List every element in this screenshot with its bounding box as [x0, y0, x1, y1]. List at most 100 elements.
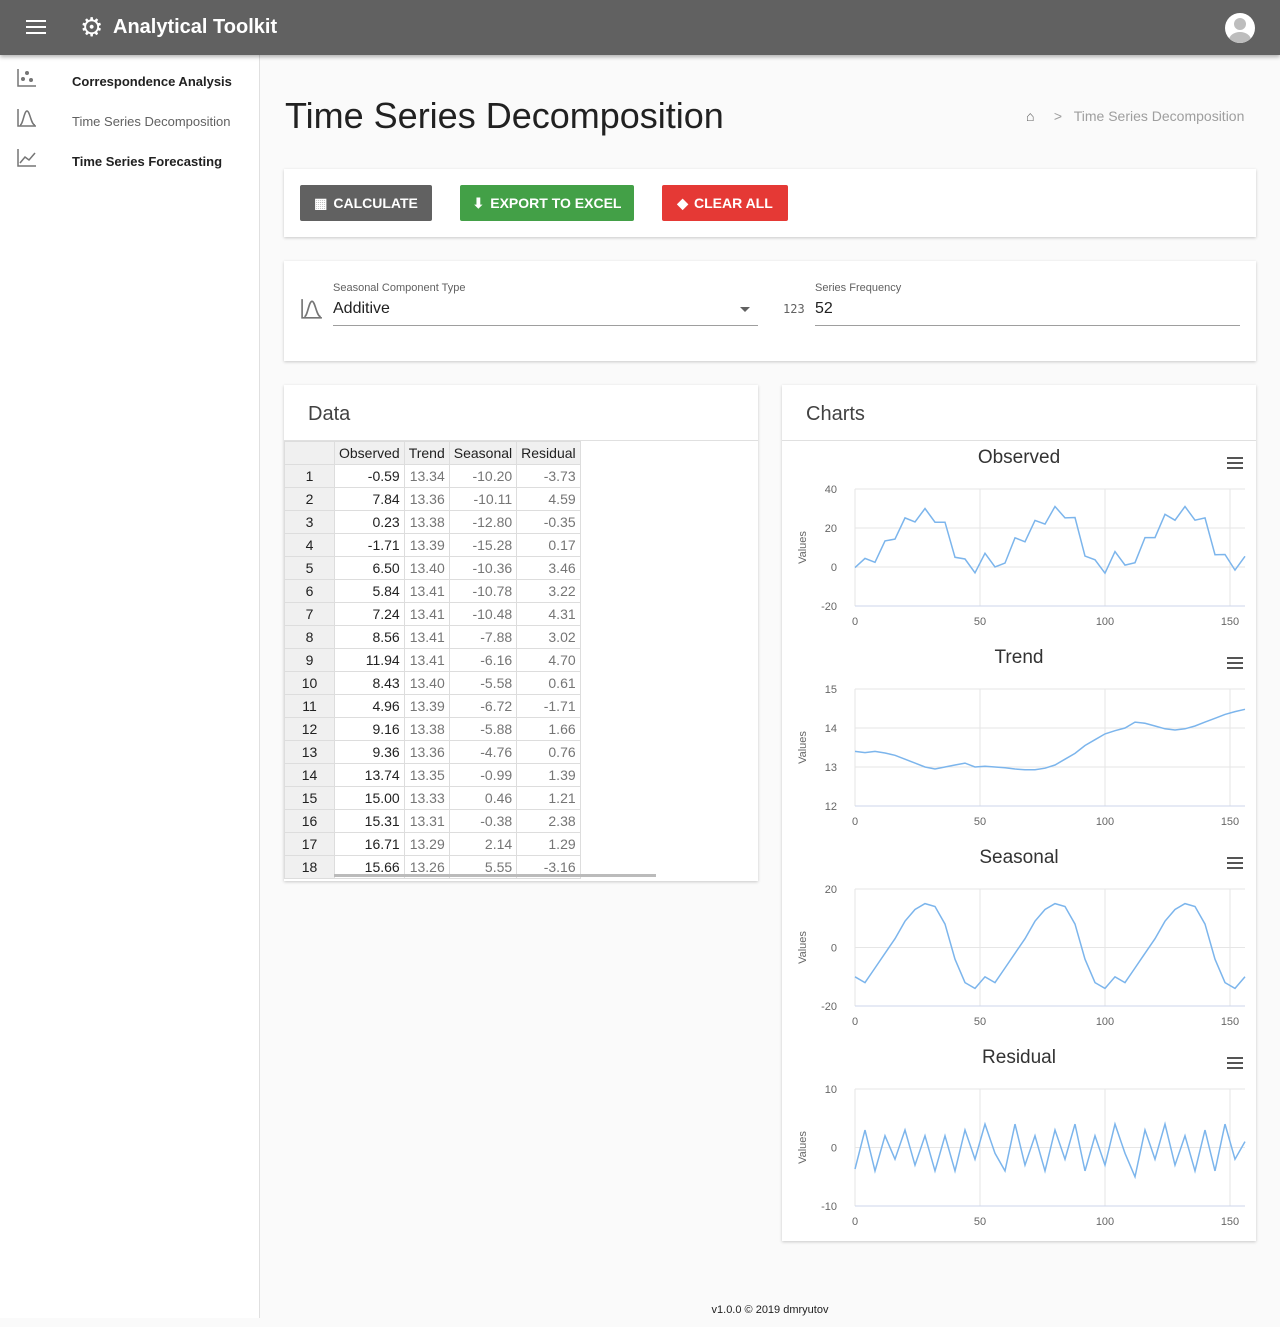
row-number[interactable]: 9 [284, 648, 335, 672]
table-cell[interactable]: -0.35 [516, 510, 581, 534]
table-cell[interactable]: -10.78 [448, 579, 518, 603]
table-cell[interactable]: 8.43 [334, 671, 405, 695]
table-cell[interactable]: 0.61 [516, 671, 581, 695]
seasonal-type-select[interactable]: Additive [333, 297, 758, 327]
column-header[interactable]: Observed [334, 441, 405, 465]
table-cell[interactable]: 3.46 [516, 556, 581, 580]
table-cell[interactable]: 15.00 [334, 786, 405, 810]
table-cell[interactable]: 1.21 [516, 786, 581, 810]
table-cell[interactable]: 0.46 [448, 786, 518, 810]
table-cell[interactable]: 13.39 [403, 533, 450, 557]
table-cell[interactable]: -0.59 [334, 464, 405, 488]
clear-all-button[interactable]: ◆ CLEAR ALL [662, 185, 788, 221]
table-cell[interactable]: 13.35 [403, 763, 450, 787]
table-cell[interactable]: 4.96 [334, 694, 405, 718]
table-cell[interactable]: -10.48 [448, 602, 518, 626]
row-number[interactable]: 12 [284, 717, 335, 741]
table-cell[interactable]: 13.41 [403, 625, 450, 649]
table-cell[interactable]: -15.28 [448, 533, 518, 557]
table-cell[interactable]: 0.76 [516, 740, 581, 764]
row-number[interactable]: 6 [284, 579, 335, 603]
table-cell[interactable]: 13.36 [403, 740, 450, 764]
table-cell[interactable]: -10.36 [448, 556, 518, 580]
table-cell[interactable]: 7.84 [334, 487, 405, 511]
table-cell[interactable]: 3.02 [516, 625, 581, 649]
table-cell[interactable]: 13.38 [403, 717, 450, 741]
table-cell[interactable]: -4.76 [448, 740, 518, 764]
table-cell[interactable]: 1.29 [516, 832, 581, 856]
table-cell[interactable]: 13.40 [403, 556, 450, 580]
table-cell[interactable]: -6.72 [448, 694, 518, 718]
row-number[interactable]: 13 [284, 740, 335, 764]
table-cell[interactable]: -10.20 [448, 464, 518, 488]
table-cell[interactable]: 1.39 [516, 763, 581, 787]
table-cell[interactable]: 13.41 [403, 602, 450, 626]
row-number[interactable]: 16 [284, 809, 335, 833]
table-cell[interactable]: 3.22 [516, 579, 581, 603]
table-cell[interactable]: -7.88 [448, 625, 518, 649]
table-cell[interactable]: 8.56 [334, 625, 405, 649]
home-icon[interactable]: ⌂ [1026, 108, 1040, 124]
table-cell[interactable]: 0.17 [516, 533, 581, 557]
table-cell[interactable]: 4.59 [516, 487, 581, 511]
table-cell[interactable]: 13.41 [403, 648, 450, 672]
hamburger-icon[interactable] [26, 20, 46, 34]
chart-menu-icon[interactable] [1227, 857, 1243, 869]
row-number[interactable]: 2 [284, 487, 335, 511]
sidebar-item-time-series-decomposition[interactable]: Time Series Decomposition [0, 98, 259, 138]
table-cell[interactable]: -6.16 [448, 648, 518, 672]
table-cell[interactable]: 5.84 [334, 579, 405, 603]
export-to-excel-button[interactable]: ⬇ EXPORT TO EXCEL [460, 185, 634, 221]
table-cell[interactable]: 13.40 [403, 671, 450, 695]
row-number[interactable]: 17 [284, 832, 335, 856]
table-cell[interactable]: -0.38 [448, 809, 518, 833]
chart-menu-icon[interactable] [1227, 1057, 1243, 1069]
column-header[interactable]: Trend [403, 441, 450, 465]
table-cell[interactable]: 9.16 [334, 717, 405, 741]
table-cell[interactable]: 6.50 [334, 556, 405, 580]
table-cell[interactable]: -3.73 [516, 464, 581, 488]
table-cell[interactable]: 13.31 [403, 809, 450, 833]
table-cell[interactable]: -12.80 [448, 510, 518, 534]
table-cell[interactable]: 13.33 [403, 786, 450, 810]
row-number[interactable]: 11 [284, 694, 335, 718]
table-cell[interactable]: 13.41 [403, 579, 450, 603]
row-number[interactable]: 4 [284, 533, 335, 557]
table-cell[interactable]: 13.34 [403, 464, 450, 488]
table-cell[interactable]: 4.70 [516, 648, 581, 672]
sidebar-item-correspondence-analysis[interactable]: Correspondence Analysis [0, 58, 259, 98]
table-cell[interactable]: 1.66 [516, 717, 581, 741]
column-header[interactable]: Residual [516, 441, 581, 465]
table-cell[interactable]: 2.38 [516, 809, 581, 833]
account-circle-icon[interactable] [1225, 13, 1255, 43]
frequency-input[interactable]: 52 [815, 300, 833, 318]
chart-menu-icon[interactable] [1227, 457, 1243, 469]
table-cell[interactable]: 4.31 [516, 602, 581, 626]
row-number[interactable]: 7 [284, 602, 335, 626]
row-number[interactable]: 5 [284, 556, 335, 580]
table-cell[interactable]: -5.58 [448, 671, 518, 695]
calculate-button[interactable]: ▦ CALCULATE [300, 185, 432, 221]
chart-menu-icon[interactable] [1227, 657, 1243, 669]
table-cell[interactable]: 2.14 [448, 832, 518, 856]
table-cell[interactable]: 13.39 [403, 694, 450, 718]
table-cell[interactable]: 0.23 [334, 510, 405, 534]
table-cell[interactable]: 7.24 [334, 602, 405, 626]
table-cell[interactable]: 16.71 [334, 832, 405, 856]
horizontal-scrollbar[interactable] [334, 874, 656, 877]
table-cell[interactable]: -0.99 [448, 763, 518, 787]
table-cell[interactable]: 11.94 [334, 648, 405, 672]
column-header[interactable]: Seasonal [448, 441, 518, 465]
table-cell[interactable]: 9.36 [334, 740, 405, 764]
table-cell[interactable]: 13.36 [403, 487, 450, 511]
table-cell[interactable]: -10.11 [448, 487, 518, 511]
table-cell[interactable]: 13.38 [403, 510, 450, 534]
row-number[interactable]: 18 [284, 855, 335, 879]
data-grid[interactable]: Observed Trend Seasonal Residual 1 -0.59 13.34… [284, 441, 758, 881]
table-cell[interactable]: 13.74 [334, 763, 405, 787]
row-number[interactable]: 3 [284, 510, 335, 534]
table-cell[interactable]: -1.71 [516, 694, 581, 718]
row-number[interactable]: 8 [284, 625, 335, 649]
row-number[interactable]: 10 [284, 671, 335, 695]
table-cell[interactable]: 13.29 [403, 832, 450, 856]
